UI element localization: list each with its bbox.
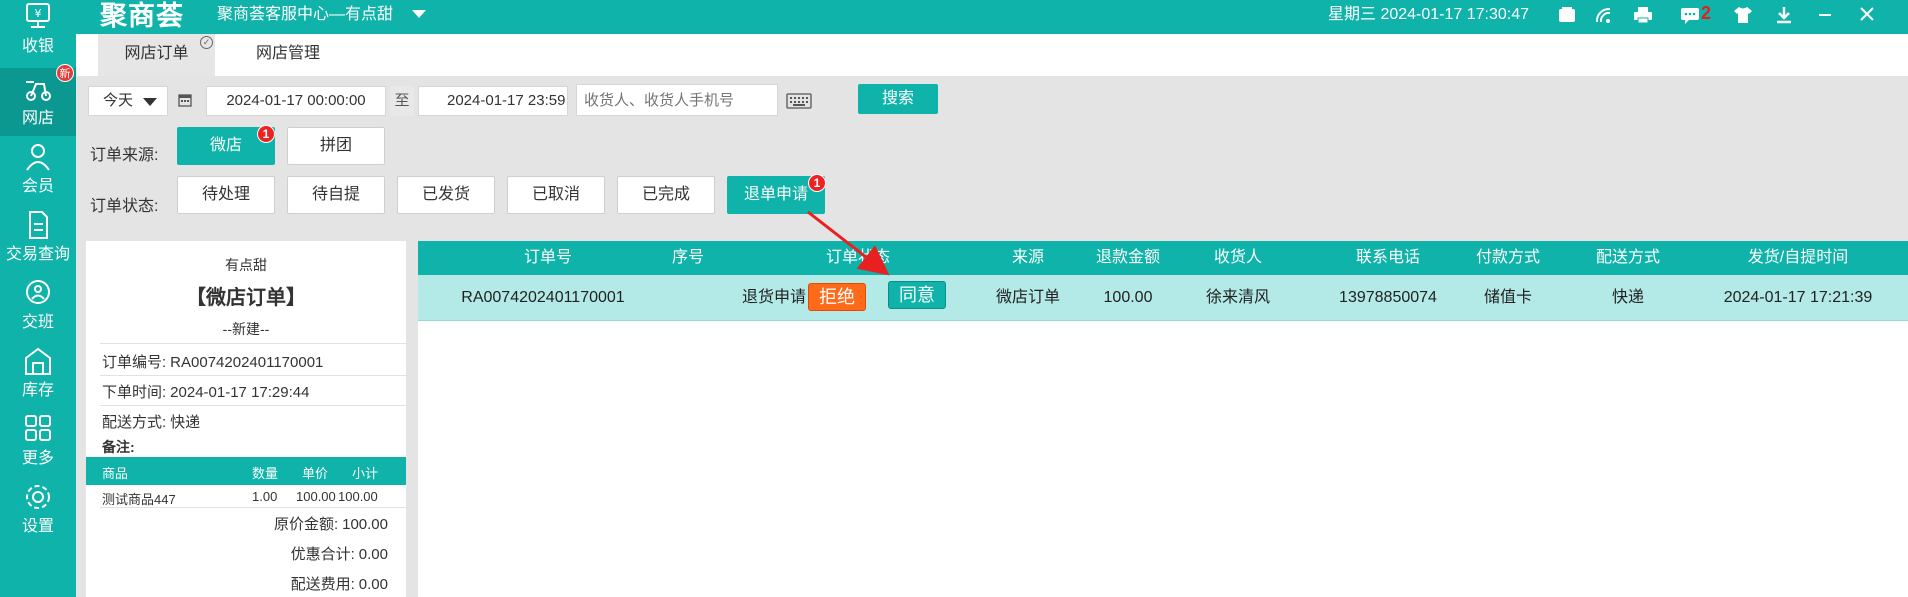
tab-online-orders[interactable]: 网店订单 ✓	[98, 34, 215, 76]
svg-text:¥: ¥	[35, 7, 42, 20]
warehouse-icon	[25, 347, 51, 375]
chevron-down-icon	[143, 98, 157, 106]
message-count-badge: 2	[1701, 3, 1712, 23]
receipt-delivery: 配送方式: 快递	[102, 414, 201, 431]
cell-ship-time: 2024-01-17 17:21:39	[1723, 289, 1873, 306]
sidebar-item-label: 库存	[21, 382, 54, 399]
reject-button[interactable]: 拒绝	[808, 283, 866, 311]
left-sidebar: ¥ 收银 网店 新 会员 交易查询 交班 库存 更多 设置	[0, 0, 76, 597]
sidebar-item-settings[interactable]: 设置	[0, 476, 76, 544]
tab-bar: 网店订单 ✓ 网店管理	[76, 34, 1908, 76]
receipt-order-time: 下单时间: 2024-01-17 17:29:44	[102, 384, 310, 401]
sidebar-item-label: 设置	[21, 518, 54, 535]
transaction-icon	[29, 211, 48, 239]
download-icon[interactable]	[1773, 5, 1795, 25]
receipt-title: 【微店订单】	[186, 287, 306, 309]
period-select[interactable]: 今天	[88, 86, 168, 116]
table-row[interactable]: RA0074202401170001 退货申请 拒绝 同意 微店订单 100.0…	[418, 275, 1908, 321]
gear-icon	[26, 485, 50, 509]
printer-icon[interactable]	[1632, 5, 1654, 25]
date-to-field[interactable]: 2024-01-17 23:59	[418, 86, 568, 116]
status-button-cancelled[interactable]: 已取消	[507, 176, 605, 214]
minimize-icon[interactable]	[1814, 5, 1836, 25]
calendar-icon[interactable]	[178, 93, 192, 107]
online-store-icon	[26, 81, 51, 101]
status-button-pickup[interactable]: 待自提	[287, 176, 385, 214]
sidebar-item-transaction[interactable]: 交易查询	[0, 204, 76, 272]
new-badge: 新	[56, 64, 74, 82]
cashier-icon: ¥	[26, 3, 50, 28]
status-button-completed[interactable]: 已完成	[617, 176, 715, 214]
sidebar-item-shift[interactable]: 交班	[0, 272, 76, 340]
sidebar-item-label: 更多	[21, 450, 54, 467]
period-value: 今天	[103, 92, 134, 109]
cell-order-no: RA0074202401170001	[461, 289, 625, 306]
wifi-icon[interactable]	[1593, 5, 1615, 25]
sidebar-item-more[interactable]: 更多	[0, 408, 76, 476]
tab-label: 网店管理	[255, 45, 320, 62]
column-header: 收货人	[1213, 249, 1262, 266]
cell-consignee: 徐来清风	[1205, 289, 1270, 306]
source-badge: 1	[257, 125, 275, 143]
receipt-preview: 有点甜 【微店订单】 --新建-- 订单编号: RA007420240117000…	[86, 241, 406, 597]
sidebar-item-warehouse[interactable]: 库存	[0, 340, 76, 408]
cash-drawer-icon[interactable]	[1556, 5, 1578, 25]
status-button-shipped[interactable]: 已发货	[397, 176, 495, 214]
sidebar-item-label: 网店	[21, 110, 54, 127]
order-source-label: 订单来源:	[90, 147, 159, 164]
tab-store-management[interactable]: 网店管理	[228, 34, 348, 76]
refund-request-badge: 1	[808, 174, 826, 192]
top-bar: 聚商荟 聚商荟客服中心—有点甜 星期三 2024-01-17 17:30:47 …	[76, 0, 1908, 34]
agree-button[interactable]: 同意	[888, 281, 946, 309]
filter-panel: 今天 2024-01-17 00:00:00 至 2024-01-17 23:5…	[76, 76, 1908, 241]
column-header: 配送方式	[1595, 249, 1660, 266]
grid-icon	[25, 415, 51, 441]
search-input[interactable]	[576, 84, 778, 116]
column-header: 订单状态	[825, 249, 890, 266]
member-icon	[26, 144, 50, 171]
sidebar-item-label: 会员	[21, 178, 54, 195]
date-from-field[interactable]: 2024-01-17 00:00:00	[206, 86, 386, 116]
datetime: 星期三 2024-01-17 17:30:47	[1328, 6, 1530, 23]
tab-label: 网店订单	[124, 45, 189, 62]
receipt-original-amount: 原价金额: 100.00	[273, 516, 388, 533]
cell-delivery: 快递	[1611, 289, 1644, 306]
receipt-items-header: 商品 数量 单价 小计	[86, 457, 406, 485]
status-button-pending[interactable]: 待处理	[177, 176, 275, 214]
close-icon[interactable]	[1856, 5, 1878, 25]
date-range-separator: 至	[390, 86, 414, 116]
sidebar-item-label: 交班	[21, 314, 54, 331]
column-header: 订单号	[523, 249, 572, 266]
search-button[interactable]: 搜索	[858, 84, 938, 114]
shift-icon	[26, 280, 50, 304]
receipt-discount-total: 优惠合计: 0.00	[290, 546, 388, 563]
sidebar-item-label: 收银	[21, 38, 54, 55]
receipt-state: --新建--	[222, 321, 270, 337]
chevron-down-icon[interactable]	[412, 10, 426, 18]
receipt-shipping-fee: 配送费用: 0.00	[290, 576, 388, 593]
source-button-group[interactable]: 拼团	[287, 127, 385, 165]
column-header: 发货/自提时间	[1747, 249, 1849, 266]
column-header: 付款方式	[1475, 249, 1540, 266]
message-icon[interactable]	[1679, 5, 1701, 25]
order-table: 订单号 序号 订单状态 来源 退款金额 收货人 联系电话 付款方式 配送方式 发…	[418, 241, 1908, 597]
cell-payment: 储值卡	[1483, 289, 1532, 306]
keyboard-icon[interactable]	[786, 93, 812, 109]
column-header: 序号	[671, 249, 704, 266]
sidebar-item-label: 交易查询	[5, 246, 70, 263]
app-logo: 聚商荟	[100, 1, 184, 31]
order-status-label: 订单状态:	[90, 198, 159, 215]
receipt-remark: 备注:	[102, 439, 135, 455]
receipt-shop-name: 有点甜	[225, 257, 267, 273]
sidebar-item-member[interactable]: 会员	[0, 136, 76, 204]
shirt-icon[interactable]	[1732, 5, 1754, 25]
table-header: 订单号 序号 订单状态 来源 退款金额 收货人 联系电话 付款方式 配送方式 发…	[418, 241, 1908, 275]
store-title[interactable]: 聚商荟客服中心—有点甜	[217, 0, 393, 30]
sidebar-item-cashier[interactable]: ¥ 收银	[0, 0, 76, 68]
tab-close-icon[interactable]: ✓	[200, 36, 213, 49]
receipt-order-no: 订单编号: RA0074202401170001	[102, 354, 324, 371]
